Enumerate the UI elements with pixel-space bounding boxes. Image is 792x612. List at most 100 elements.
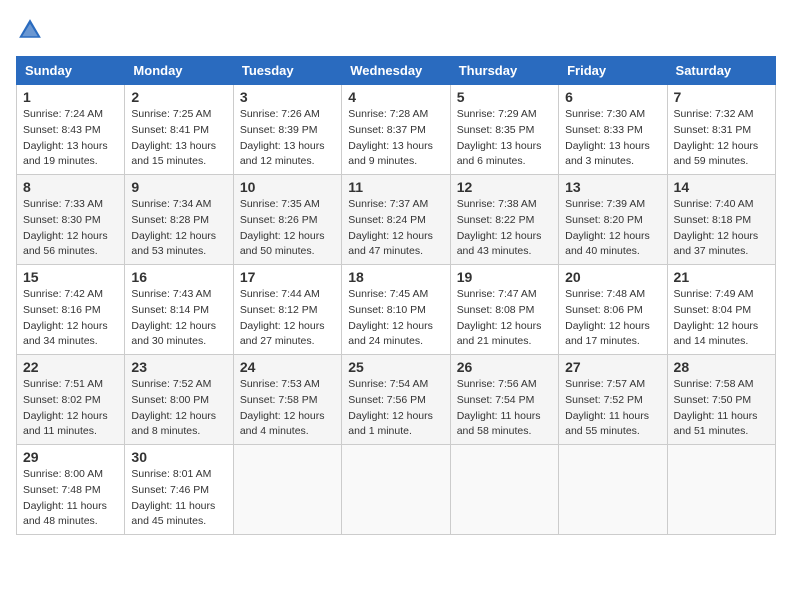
- day-info: Sunrise: 7:42 AM Sunset: 8:16 PM Dayligh…: [23, 287, 118, 350]
- day-number: 18: [348, 269, 443, 285]
- day-number: 14: [674, 179, 769, 195]
- day-info: Sunrise: 8:00 AM Sunset: 7:48 PM Dayligh…: [23, 467, 118, 530]
- day-info: Sunrise: 7:40 AM Sunset: 8:18 PM Dayligh…: [674, 197, 769, 260]
- calendar-cell: 11 Sunrise: 7:37 AM Sunset: 8:24 PM Dayl…: [342, 175, 450, 265]
- calendar-cell: 16 Sunrise: 7:43 AM Sunset: 8:14 PM Dayl…: [125, 265, 233, 355]
- weekday-header: Saturday: [667, 57, 775, 85]
- calendar-cell: 21 Sunrise: 7:49 AM Sunset: 8:04 PM Dayl…: [667, 265, 775, 355]
- day-info: Sunrise: 7:56 AM Sunset: 7:54 PM Dayligh…: [457, 377, 552, 440]
- day-number: 1: [23, 89, 118, 105]
- day-info: Sunrise: 7:57 AM Sunset: 7:52 PM Dayligh…: [565, 377, 660, 440]
- calendar-cell: [559, 445, 667, 535]
- calendar-cell: 1 Sunrise: 7:24 AM Sunset: 8:43 PM Dayli…: [17, 85, 125, 175]
- calendar-cell: 13 Sunrise: 7:39 AM Sunset: 8:20 PM Dayl…: [559, 175, 667, 265]
- logo-icon: [16, 16, 44, 44]
- calendar-cell: 25 Sunrise: 7:54 AM Sunset: 7:56 PM Dayl…: [342, 355, 450, 445]
- day-info: Sunrise: 7:26 AM Sunset: 8:39 PM Dayligh…: [240, 107, 335, 170]
- day-number: 16: [131, 269, 226, 285]
- calendar-cell: 6 Sunrise: 7:30 AM Sunset: 8:33 PM Dayli…: [559, 85, 667, 175]
- calendar-cell: 12 Sunrise: 7:38 AM Sunset: 8:22 PM Dayl…: [450, 175, 558, 265]
- day-number: 28: [674, 359, 769, 375]
- calendar-cell: 20 Sunrise: 7:48 AM Sunset: 8:06 PM Dayl…: [559, 265, 667, 355]
- day-number: 19: [457, 269, 552, 285]
- day-info: Sunrise: 7:25 AM Sunset: 8:41 PM Dayligh…: [131, 107, 226, 170]
- day-number: 6: [565, 89, 660, 105]
- weekday-header: Tuesday: [233, 57, 341, 85]
- calendar-cell: 2 Sunrise: 7:25 AM Sunset: 8:41 PM Dayli…: [125, 85, 233, 175]
- day-info: Sunrise: 7:37 AM Sunset: 8:24 PM Dayligh…: [348, 197, 443, 260]
- day-info: Sunrise: 7:47 AM Sunset: 8:08 PM Dayligh…: [457, 287, 552, 350]
- day-number: 26: [457, 359, 552, 375]
- day-info: Sunrise: 7:35 AM Sunset: 8:26 PM Dayligh…: [240, 197, 335, 260]
- day-info: Sunrise: 7:45 AM Sunset: 8:10 PM Dayligh…: [348, 287, 443, 350]
- calendar-cell: 18 Sunrise: 7:45 AM Sunset: 8:10 PM Dayl…: [342, 265, 450, 355]
- day-number: 11: [348, 179, 443, 195]
- calendar-cell: 29 Sunrise: 8:00 AM Sunset: 7:48 PM Dayl…: [17, 445, 125, 535]
- day-number: 4: [348, 89, 443, 105]
- calendar-cell: 5 Sunrise: 7:29 AM Sunset: 8:35 PM Dayli…: [450, 85, 558, 175]
- weekday-header: Monday: [125, 57, 233, 85]
- day-number: 3: [240, 89, 335, 105]
- calendar-cell: 22 Sunrise: 7:51 AM Sunset: 8:02 PM Dayl…: [17, 355, 125, 445]
- day-info: Sunrise: 7:49 AM Sunset: 8:04 PM Dayligh…: [674, 287, 769, 350]
- day-number: 17: [240, 269, 335, 285]
- day-number: 9: [131, 179, 226, 195]
- day-info: Sunrise: 7:48 AM Sunset: 8:06 PM Dayligh…: [565, 287, 660, 350]
- page-header: [16, 16, 776, 44]
- day-number: 12: [457, 179, 552, 195]
- day-info: Sunrise: 7:33 AM Sunset: 8:30 PM Dayligh…: [23, 197, 118, 260]
- calendar-cell: 27 Sunrise: 7:57 AM Sunset: 7:52 PM Dayl…: [559, 355, 667, 445]
- day-info: Sunrise: 7:53 AM Sunset: 7:58 PM Dayligh…: [240, 377, 335, 440]
- day-number: 23: [131, 359, 226, 375]
- day-number: 27: [565, 359, 660, 375]
- calendar-cell: 28 Sunrise: 7:58 AM Sunset: 7:50 PM Dayl…: [667, 355, 775, 445]
- day-info: Sunrise: 7:54 AM Sunset: 7:56 PM Dayligh…: [348, 377, 443, 440]
- day-number: 20: [565, 269, 660, 285]
- calendar-cell: 3 Sunrise: 7:26 AM Sunset: 8:39 PM Dayli…: [233, 85, 341, 175]
- calendar-cell: 8 Sunrise: 7:33 AM Sunset: 8:30 PM Dayli…: [17, 175, 125, 265]
- day-number: 29: [23, 449, 118, 465]
- day-number: 25: [348, 359, 443, 375]
- weekday-header: Thursday: [450, 57, 558, 85]
- day-info: Sunrise: 8:01 AM Sunset: 7:46 PM Dayligh…: [131, 467, 226, 530]
- calendar-cell: 9 Sunrise: 7:34 AM Sunset: 8:28 PM Dayli…: [125, 175, 233, 265]
- calendar-cell: 19 Sunrise: 7:47 AM Sunset: 8:08 PM Dayl…: [450, 265, 558, 355]
- calendar-cell: 4 Sunrise: 7:28 AM Sunset: 8:37 PM Dayli…: [342, 85, 450, 175]
- day-number: 24: [240, 359, 335, 375]
- weekday-header: Wednesday: [342, 57, 450, 85]
- day-number: 30: [131, 449, 226, 465]
- calendar-cell: 7 Sunrise: 7:32 AM Sunset: 8:31 PM Dayli…: [667, 85, 775, 175]
- day-info: Sunrise: 7:32 AM Sunset: 8:31 PM Dayligh…: [674, 107, 769, 170]
- day-info: Sunrise: 7:39 AM Sunset: 8:20 PM Dayligh…: [565, 197, 660, 260]
- day-info: Sunrise: 7:24 AM Sunset: 8:43 PM Dayligh…: [23, 107, 118, 170]
- weekday-header: Sunday: [17, 57, 125, 85]
- day-info: Sunrise: 7:28 AM Sunset: 8:37 PM Dayligh…: [348, 107, 443, 170]
- day-info: Sunrise: 7:51 AM Sunset: 8:02 PM Dayligh…: [23, 377, 118, 440]
- day-info: Sunrise: 7:38 AM Sunset: 8:22 PM Dayligh…: [457, 197, 552, 260]
- day-info: Sunrise: 7:58 AM Sunset: 7:50 PM Dayligh…: [674, 377, 769, 440]
- day-number: 8: [23, 179, 118, 195]
- day-number: 22: [23, 359, 118, 375]
- calendar-cell: [667, 445, 775, 535]
- calendar-cell: 26 Sunrise: 7:56 AM Sunset: 7:54 PM Dayl…: [450, 355, 558, 445]
- day-number: 10: [240, 179, 335, 195]
- calendar-cell: 10 Sunrise: 7:35 AM Sunset: 8:26 PM Dayl…: [233, 175, 341, 265]
- day-number: 5: [457, 89, 552, 105]
- day-info: Sunrise: 7:43 AM Sunset: 8:14 PM Dayligh…: [131, 287, 226, 350]
- day-number: 13: [565, 179, 660, 195]
- calendar-cell: 30 Sunrise: 8:01 AM Sunset: 7:46 PM Dayl…: [125, 445, 233, 535]
- logo: [16, 16, 48, 44]
- day-number: 15: [23, 269, 118, 285]
- calendar-cell: 17 Sunrise: 7:44 AM Sunset: 8:12 PM Dayl…: [233, 265, 341, 355]
- calendar: SundayMondayTuesdayWednesdayThursdayFrid…: [16, 56, 776, 535]
- calendar-cell: 23 Sunrise: 7:52 AM Sunset: 8:00 PM Dayl…: [125, 355, 233, 445]
- day-info: Sunrise: 7:34 AM Sunset: 8:28 PM Dayligh…: [131, 197, 226, 260]
- calendar-cell: 14 Sunrise: 7:40 AM Sunset: 8:18 PM Dayl…: [667, 175, 775, 265]
- calendar-cell: 15 Sunrise: 7:42 AM Sunset: 8:16 PM Dayl…: [17, 265, 125, 355]
- day-info: Sunrise: 7:52 AM Sunset: 8:00 PM Dayligh…: [131, 377, 226, 440]
- day-number: 7: [674, 89, 769, 105]
- calendar-cell: [450, 445, 558, 535]
- day-info: Sunrise: 7:29 AM Sunset: 8:35 PM Dayligh…: [457, 107, 552, 170]
- day-info: Sunrise: 7:44 AM Sunset: 8:12 PM Dayligh…: [240, 287, 335, 350]
- calendar-cell: 24 Sunrise: 7:53 AM Sunset: 7:58 PM Dayl…: [233, 355, 341, 445]
